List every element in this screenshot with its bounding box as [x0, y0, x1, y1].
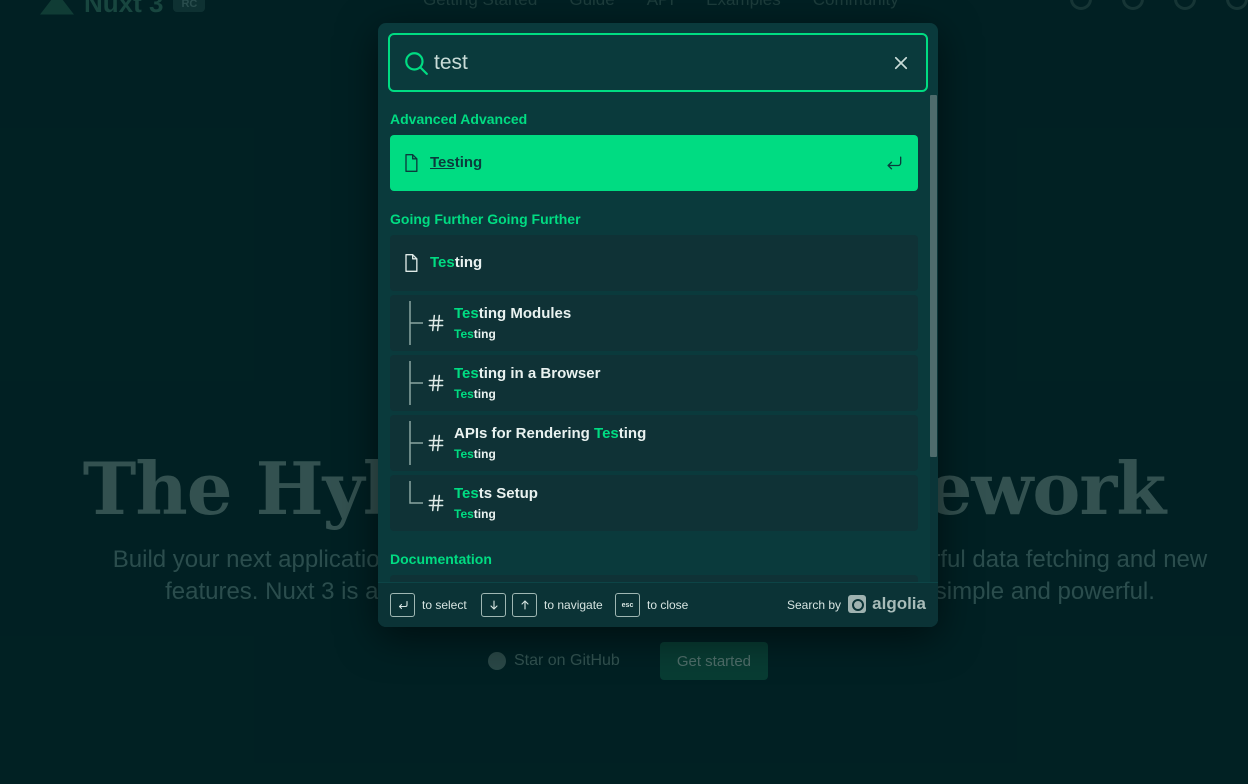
result-title: Testing — [430, 154, 483, 171]
search-by-label: Search by — [787, 598, 842, 612]
result-title: APIs for Rendering Testing — [454, 425, 647, 442]
tree-branch-icon — [409, 481, 423, 504]
result-item-testing-modules[interactable]: Testing Modules Testing — [390, 295, 918, 351]
arrow-down-key — [481, 593, 506, 617]
hash-icon — [428, 494, 444, 512]
result-item-apis-for-rendering-testing[interactable]: APIs for Rendering Testing Testing — [390, 415, 918, 471]
footer-navigate-hint: to navigate — [544, 598, 603, 612]
result-item-testing-in-a-browser[interactable]: Testing in a Browser Testing — [390, 355, 918, 411]
result-path: Testing — [454, 507, 496, 521]
result-item-testing-advanced[interactable]: Testing — [390, 135, 918, 191]
algolia-icon — [848, 595, 867, 613]
result-title: Testing Modules — [454, 305, 572, 322]
enter-key-icon — [887, 156, 902, 170]
hash-icon — [428, 314, 444, 332]
enter-key — [390, 593, 415, 617]
result-path: Testing — [454, 327, 496, 341]
document-icon — [405, 254, 418, 272]
search-results: Advanced Advanced Testing Going Further … — [378, 103, 938, 583]
tree-branch-icon — [409, 301, 423, 345]
result-title: Tests Setup — [454, 485, 538, 502]
footer-close-hint: to close — [647, 598, 689, 612]
document-icon — [405, 154, 418, 172]
search-input[interactable] — [434, 47, 884, 79]
result-item-partial[interactable] — [390, 575, 918, 583]
algolia-name: algolia — [872, 594, 926, 613]
hash-icon — [428, 374, 444, 392]
search-modal: Advanced Advanced Testing Going Further … — [378, 23, 938, 627]
result-title: Testing — [430, 254, 483, 271]
algolia-link[interactable]: algolia — [848, 594, 926, 614]
arrow-down-icon — [489, 600, 498, 610]
result-item-testing-going-further[interactable]: Testing — [390, 235, 918, 291]
search-footer: to select to navigate esc to close Searc… — [378, 583, 938, 627]
footer-select-hint: to select — [422, 598, 467, 612]
escape-key: esc — [615, 593, 640, 617]
result-group-label: Advanced Advanced — [390, 111, 528, 127]
hash-icon — [428, 434, 444, 452]
close-icon[interactable] — [892, 54, 910, 72]
result-title: Testing in a Browser — [454, 365, 601, 382]
tree-branch-icon — [409, 421, 423, 465]
result-group-label: Documentation — [390, 551, 492, 567]
arrow-up-icon — [520, 600, 529, 610]
search-icon — [405, 52, 428, 75]
tree-branch-icon — [409, 361, 423, 405]
result-path: Testing — [454, 447, 496, 461]
result-group-label: Going Further Going Further — [390, 211, 581, 227]
escape-key-label: esc — [621, 601, 634, 609]
result-item-tests-setup[interactable]: Tests Setup Testing — [390, 475, 918, 531]
enter-key-icon — [398, 600, 408, 610]
search-bar — [388, 33, 928, 92]
arrow-up-key — [512, 593, 537, 617]
result-path: Testing — [454, 387, 496, 401]
